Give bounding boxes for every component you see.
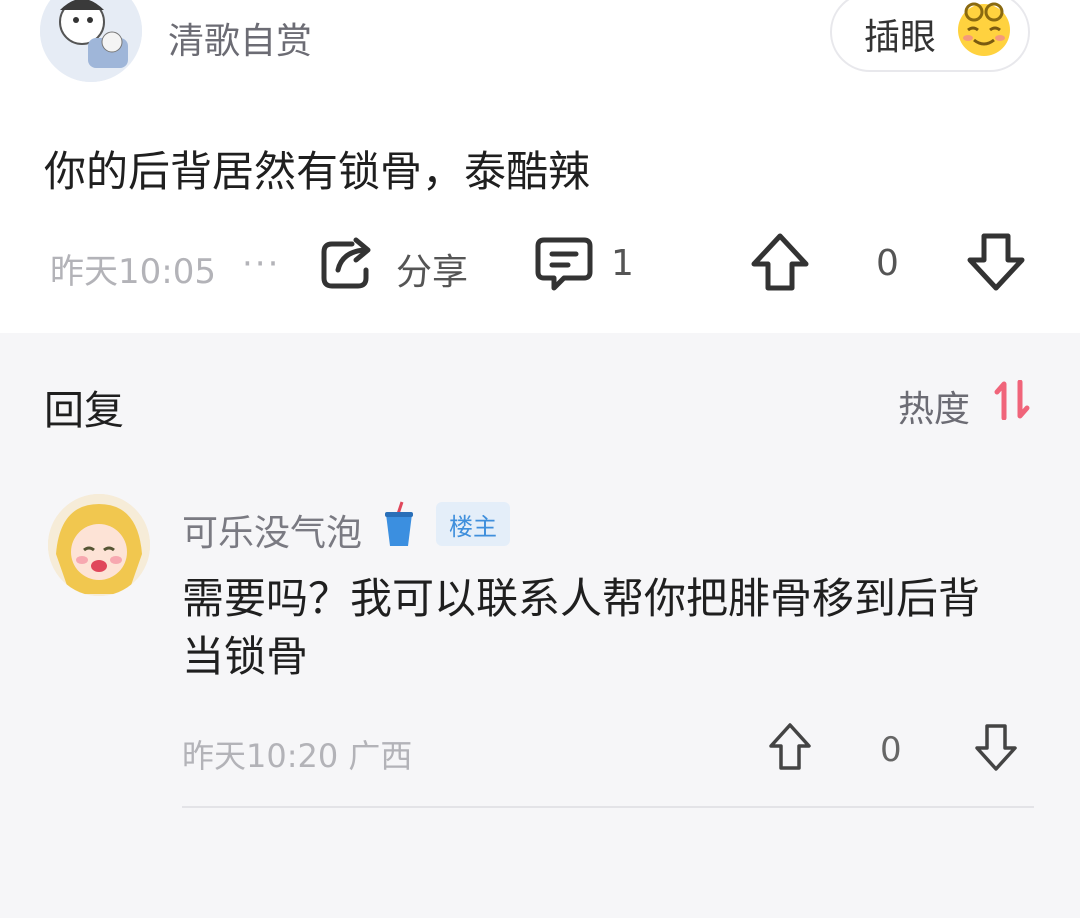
smiling-face-emoji-icon bbox=[958, 2, 1010, 56]
divider bbox=[182, 806, 1034, 808]
replies-heading: 回复 bbox=[44, 388, 124, 434]
sort-arrows-icon[interactable] bbox=[994, 380, 1030, 420]
reply-username[interactable]: 可乐没气泡 bbox=[182, 504, 362, 556]
reply-vote-count: 0 bbox=[880, 730, 902, 770]
downvote-icon[interactable] bbox=[966, 232, 1026, 292]
post-timestamp: 昨天10:05 bbox=[50, 252, 216, 292]
reply-downvote-icon[interactable] bbox=[974, 722, 1018, 772]
vote-count: 0 bbox=[876, 243, 899, 284]
share-icon[interactable] bbox=[318, 236, 376, 290]
share-label[interactable]: 分享 bbox=[396, 243, 468, 295]
post-text: 你的后背居然有锁骨，泰酷辣 bbox=[44, 147, 591, 196]
reply-avatar[interactable] bbox=[48, 494, 150, 596]
upvote-icon[interactable] bbox=[750, 232, 810, 292]
comment-icon[interactable] bbox=[534, 234, 594, 292]
comment-count: 1 bbox=[611, 243, 634, 284]
avatar[interactable] bbox=[40, 0, 142, 82]
post-card: 清歌自赏 插眼 你的后背居然有锁骨，泰酷辣 昨天10:05 ··· 分享 1 0 bbox=[0, 0, 1080, 333]
reply-upvote-icon[interactable] bbox=[768, 722, 812, 772]
insert-eye-button[interactable]: 插眼 bbox=[830, 0, 1030, 72]
cup-with-straw-icon bbox=[385, 501, 413, 546]
reply-timestamp-location: 昨天10:20 广西 bbox=[182, 737, 413, 775]
username[interactable]: 清歌自赏 bbox=[168, 12, 312, 64]
sort-by-hot-button[interactable]: 热度 bbox=[898, 380, 970, 432]
more-options-button[interactable]: ··· bbox=[242, 244, 280, 284]
owner-badge: 楼主 bbox=[436, 502, 510, 546]
insert-eye-label: 插眼 bbox=[864, 17, 937, 58]
reply-text: 需要吗？我可以联系人帮你把腓骨移到后背当锁骨 bbox=[182, 574, 981, 681]
